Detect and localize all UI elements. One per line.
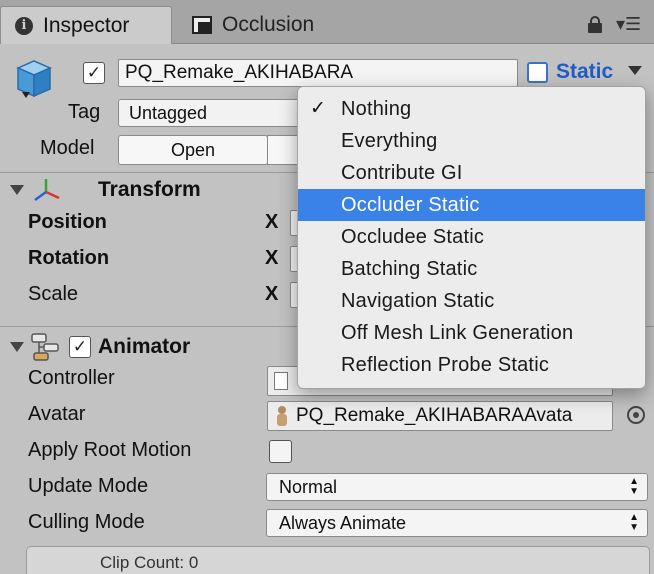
tab-menu-icon[interactable]: ▾☰ [616,14,646,34]
tag-value: Untagged [129,102,208,123]
avatar-value: PQ_Remake_AKIHABARAAvata [296,405,573,426]
culling-mode-label: Culling Mode [28,511,145,533]
menu-item-nothing[interactable]: ✓ Nothing [298,93,645,125]
update-mode-label: Update Mode [28,475,149,497]
tag-label: Tag [68,101,101,123]
static-label[interactable]: Static [556,60,613,84]
culling-mode-value: Always Animate [279,512,407,533]
menu-item-everything[interactable]: Everything [298,125,645,157]
rotation-x-label[interactable]: X [265,247,278,270]
updown-icon: ▲ ▼ [629,512,639,533]
menu-item-occluder-static[interactable]: Occluder Static [298,189,645,221]
menu-item-label: Navigation Static [341,290,495,312]
occlusion-icon [192,16,212,34]
static-dropdown-arrow-icon[interactable] [628,66,642,75]
rotation-label[interactable]: Rotation [28,247,109,270]
object-name-input[interactable]: PQ_Remake_AKIHABARA [118,59,518,87]
menu-item-label: Everything [341,130,438,152]
model-open-button[interactable]: Open [118,135,268,165]
menu-item-label: Occludee Static [341,226,485,248]
transform-axes-icon [34,179,60,202]
menu-item-label: Contribute GI [341,162,463,184]
menu-item-reflection-probe-static[interactable]: Reflection Probe Static [298,349,645,381]
cube-icon [16,60,52,98]
object-picker-icon[interactable] [627,406,645,424]
clip-count: Clip Count: 0 [100,553,199,572]
tab-inspector[interactable]: i Inspector [0,6,172,44]
model-open-label: Open [170,139,216,160]
updown-icon: ▲ ▼ [629,476,639,497]
model-label: Model [40,137,95,159]
scale-label[interactable]: Scale [28,283,78,306]
menu-item-label: Batching Static [341,258,478,280]
static-flags-menu: ✓ Nothing Everything Contribute GI Occlu… [297,86,646,389]
document-icon [274,372,288,390]
menu-item-batching-static[interactable]: Batching Static [298,253,645,285]
avatar-field[interactable]: PQ_Remake_AKIHABARAAvata [267,401,613,431]
menu-item-contribute-gi[interactable]: Contribute GI [298,157,645,189]
transform-fold-icon[interactable] [10,185,24,195]
position-label[interactable]: Position [28,211,107,234]
active-checkbox[interactable]: ✓ [83,62,105,84]
update-mode-value: Normal [279,476,338,497]
check-icon: ✓ [310,98,327,119]
menu-item-label: Reflection Probe Static [341,354,550,376]
menu-item-occludee-static[interactable]: Occludee Static [298,221,645,253]
animator-title: Animator [98,335,191,358]
static-checkbox[interactable] [527,62,548,83]
animator-fold-icon[interactable] [10,342,24,352]
lock-icon[interactable] [588,16,602,33]
menu-item-label: Nothing [341,98,412,120]
menu-item-label: Occluder Static [341,194,480,216]
apply-root-motion-label: Apply Root Motion [28,439,192,461]
avatar-icon [277,406,287,426]
scale-x-label[interactable]: X [265,283,278,306]
update-mode-select[interactable]: Normal ▲ ▼ [266,473,648,501]
menu-item-off-mesh-link-generation[interactable]: Off Mesh Link Generation [298,317,645,349]
controller-label: Controller [28,367,115,389]
avatar-label: Avatar [28,403,86,425]
tab-inspector-label: Inspector [43,13,130,37]
position-x-label[interactable]: X [265,211,278,234]
animator-enabled-checkbox[interactable]: ✓ [69,336,91,358]
menu-item-navigation-static[interactable]: Navigation Static [298,285,645,317]
transform-title: Transform [98,178,201,201]
menu-item-label: Off Mesh Link Generation [341,322,574,344]
culling-mode-select[interactable]: Always Animate ▲ ▼ [266,509,648,537]
tab-occlusion[interactable]: Occlusion [188,6,388,44]
apply-root-motion-checkbox[interactable] [269,440,292,463]
tab-occlusion-label: Occlusion [222,13,315,36]
tag-dropdown[interactable]: Untagged [118,99,300,127]
info-icon: i [15,16,33,35]
animator-icon [31,333,59,361]
